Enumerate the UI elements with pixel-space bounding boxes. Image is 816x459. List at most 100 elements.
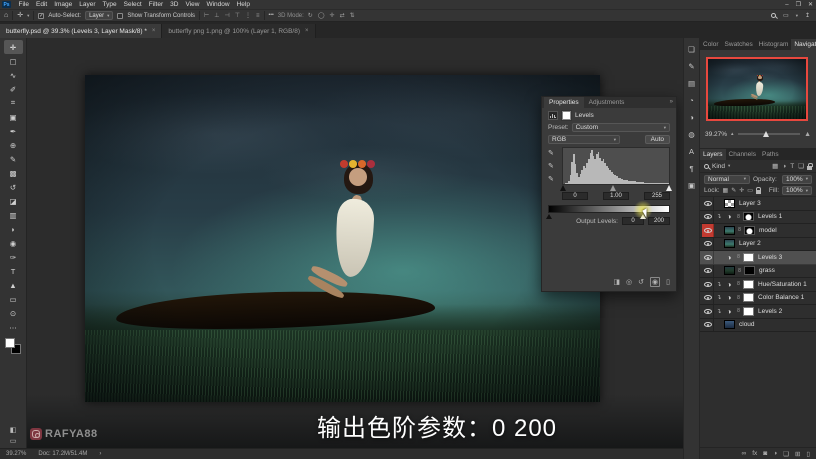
layer-thumbnail[interactable] — [724, 266, 735, 276]
layer-mask-thumbnail[interactable] — [743, 293, 754, 303]
layer-name[interactable]: Levels 3 — [758, 254, 782, 261]
quick-mask-icon[interactable]: ◧ — [10, 426, 17, 434]
menu-select[interactable]: Select — [120, 1, 145, 8]
filter-pixel-layers-icon[interactable]: ▦ — [772, 162, 778, 170]
zoom-in-icon[interactable]: ▲ — [804, 131, 811, 138]
menu-layer[interactable]: Layer — [76, 1, 99, 8]
layer-thumbnail[interactable] — [724, 239, 735, 249]
tab-channels[interactable]: Channels — [726, 149, 759, 160]
tab-paths[interactable]: Paths — [759, 149, 782, 160]
layer-visibility-toggle[interactable] — [702, 251, 714, 264]
black-point-eyedropper-icon[interactable]: ✎ — [548, 149, 554, 157]
distribute-v-icon[interactable]: ≡ — [256, 13, 260, 19]
input-black-value[interactable]: 0 — [562, 192, 588, 200]
layer-name[interactable]: cloud — [739, 321, 755, 328]
distribute-h-icon[interactable]: ⋮ — [245, 12, 251, 19]
show-transform-checkbox[interactable] — [117, 12, 124, 19]
menu-3d[interactable]: 3D — [167, 1, 182, 8]
filter-shape-layers-icon[interactable]: ❏ — [798, 162, 804, 170]
tab-color[interactable]: Color — [700, 39, 722, 50]
align-left-icon[interactable]: ⊢ — [204, 12, 209, 19]
document-tab[interactable]: butterfly.psd @ 39.3% (Levels 3, Layer M… — [0, 24, 163, 38]
status-zoom[interactable]: 39.27% — [6, 451, 26, 457]
path-select-tool[interactable]: ▲ — [4, 278, 23, 292]
tab-layers[interactable]: Layers — [700, 149, 726, 160]
close-tab-icon[interactable]: × — [305, 28, 309, 34]
gradient-tool[interactable]: ▥ — [4, 208, 23, 222]
quick-selection-tool[interactable]: ✐ — [4, 82, 23, 96]
layer-mask-thumbnail[interactable] — [743, 306, 754, 316]
healing-brush-tool[interactable]: ⊕ — [4, 138, 23, 152]
close-button[interactable]: ✕ — [808, 1, 813, 8]
clip-to-layer-icon[interactable]: ◨ — [613, 278, 620, 286]
align-center-h-icon[interactable]: ⊥ — [214, 12, 219, 19]
add-adjustment-layer-icon[interactable]: ◑ — [773, 450, 777, 457]
character-panel-icon[interactable]: A — [689, 147, 694, 156]
layer-row[interactable]: ↴ ◑ 8 Levels 1 — [700, 210, 816, 224]
layer-row[interactable]: Layer 3 — [700, 197, 816, 211]
roll-3d-icon[interactable]: ◯ — [318, 12, 325, 19]
tab-properties[interactable]: Properties — [544, 97, 584, 108]
layer-row[interactable]: ↴ ◑ 8 Color Balance 1 — [700, 291, 816, 305]
blend-mode-dropdown[interactable]: Normal ▾ — [704, 174, 750, 184]
layer-mask-thumbnail[interactable] — [744, 225, 755, 235]
reset-adjustment-icon[interactable]: ↺ — [638, 278, 644, 286]
layer-thumbnail[interactable] — [724, 225, 735, 235]
align-top-icon[interactable]: ⊤ — [235, 12, 240, 19]
layer-visibility-toggle[interactable] — [702, 224, 714, 237]
layer-name[interactable]: Levels 2 — [758, 308, 782, 315]
preset-dropdown[interactable]: Custom ▾ — [571, 123, 670, 132]
brush-settings-panel-icon[interactable]: ✎ — [688, 62, 694, 71]
zoom-out-icon[interactable]: ▴ — [731, 131, 734, 137]
pen-tool[interactable]: ✑ — [4, 250, 23, 264]
filter-adjustment-layers-icon[interactable]: ◑ — [782, 163, 786, 170]
layer-visibility-toggle[interactable] — [702, 318, 714, 331]
tab-swatches[interactable]: Swatches — [722, 39, 756, 50]
lock-icon[interactable] — [807, 162, 813, 170]
layer-mask-thumbnail[interactable] — [743, 252, 754, 262]
layer-name[interactable]: Layer 2 — [739, 240, 761, 247]
layer-thumbnail[interactable] — [724, 198, 735, 208]
brushes-panel-icon[interactable]: ▤ — [688, 79, 695, 88]
layer-name[interactable]: Layer 3 — [739, 200, 761, 207]
menu-filter[interactable]: Filter — [145, 1, 166, 8]
layer-mask-thumbnail[interactable] — [743, 212, 754, 222]
clone-stamp-tool[interactable]: ▩ — [4, 166, 23, 180]
layer-name[interactable]: Color Balance 1 — [758, 294, 804, 301]
lock-position-icon[interactable]: ✛ — [739, 187, 744, 194]
frame-tool[interactable]: ▣ — [4, 110, 23, 124]
layer-row[interactable]: cloud — [700, 318, 816, 332]
layer-row[interactable]: 8 model — [700, 224, 816, 238]
opacity-dropdown[interactable]: 100% ▾ — [782, 174, 812, 184]
add-layer-mask-icon[interactable]: ◙ — [763, 450, 767, 457]
minimize-button[interactable]: – — [785, 2, 788, 8]
info-panel-icon[interactable]: ▣ — [688, 181, 695, 190]
marquee-tool[interactable]: ▢ — [4, 54, 23, 68]
layer-visibility-toggle[interactable] — [702, 197, 714, 210]
gray-point-eyedropper-icon[interactable]: ✎ — [548, 162, 554, 170]
lock-artboard-icon[interactable]: ▭ — [747, 187, 753, 194]
history-brush-tool[interactable]: ↺ — [4, 180, 23, 194]
filter-kind-label[interactable]: Kind — [712, 163, 725, 170]
lock-transparency-icon[interactable]: ▦ — [723, 187, 729, 194]
fill-dropdown[interactable]: 100% ▾ — [782, 186, 812, 195]
restore-button[interactable]: ❐ — [796, 1, 801, 8]
chevron-down-icon[interactable]: ▾ — [27, 13, 29, 19]
menu-edit[interactable]: Edit — [32, 1, 50, 8]
close-tab-icon[interactable]: × — [152, 28, 156, 34]
layer-visibility-toggle[interactable] — [702, 278, 714, 291]
input-white-slider[interactable] — [665, 185, 672, 191]
input-white-value[interactable]: 255 — [644, 192, 670, 200]
delete-layer-icon[interactable]: ▯ — [806, 450, 810, 458]
tab-adjustments[interactable]: Adjustments — [584, 97, 630, 108]
libraries-panel-icon[interactable]: ❏ — [688, 45, 695, 54]
white-point-eyedropper-icon[interactable]: ✎ — [548, 175, 554, 183]
lock-all-icon[interactable] — [755, 187, 762, 194]
menu-type[interactable]: Type — [99, 1, 120, 8]
timeline-panel-icon[interactable]: ◔ — [689, 96, 694, 105]
layer-visibility-toggle[interactable] — [702, 305, 714, 318]
layer-visibility-toggle[interactable] — [702, 291, 714, 304]
search-icon[interactable] — [771, 13, 777, 18]
navigator-zoom-slider[interactable] — [737, 130, 801, 137]
pan-3d-icon[interactable]: ✛ — [330, 12, 335, 19]
